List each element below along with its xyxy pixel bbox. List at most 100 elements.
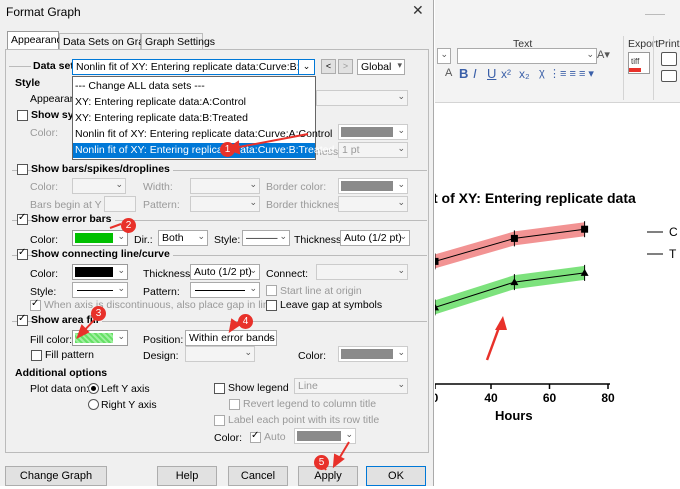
error-bars-color-swatch[interactable]: ⌄ <box>72 230 128 246</box>
close-icon[interactable]: ✕ <box>412 2 424 19</box>
auto-color-checkbox[interactable] <box>250 430 261 443</box>
data-set-label: Data set: <box>33 60 78 72</box>
next-data-set-button[interactable]: > <box>338 59 353 74</box>
grow-font-icon[interactable]: A <box>445 67 452 79</box>
discontinuous-label: When axis is discontinuous, also place g… <box>44 299 275 311</box>
dialog-title: Format Graph <box>6 5 81 19</box>
show-legend-checkbox[interactable] <box>214 383 225 394</box>
tab-data-sets[interactable]: Data Sets on Graph <box>59 33 156 50</box>
fill-position-select[interactable]: Within error bands ⌄ <box>185 330 277 346</box>
tab-graph-settings[interactable]: Graph Settings <box>141 33 215 50</box>
scope-select[interactable]: Global ▾ <box>357 59 405 75</box>
label-color-swatch[interactable]: ⌄ <box>294 428 356 444</box>
error-bars-header: Show error bars <box>31 213 115 225</box>
fill-design-select[interactable]: ⌄ <box>185 346 255 362</box>
revert-legend-checkbox[interactable] <box>229 399 240 410</box>
bars-border-color-swatch[interactable]: ⌄ <box>338 178 408 194</box>
show-area-fill-checkbox[interactable] <box>17 313 28 326</box>
legend-style-value: Line <box>298 380 318 392</box>
underline-button[interactable]: U <box>487 66 496 81</box>
symbol-thickness-select[interactable]: 1 pt ⌄ <box>338 142 408 158</box>
list-format-icon[interactable]: ⋮≡ ≡ ≡ ▾ <box>549 67 594 80</box>
fill-pattern-checkbox[interactable] <box>31 350 42 361</box>
font-family-select[interactable]: ⌄ <box>437 48 451 64</box>
label-each-label: Label each point with its row title <box>228 414 380 426</box>
list-item[interactable]: --- Change ALL data sets --- <box>73 79 315 94</box>
discontinuous-checkbox[interactable] <box>30 298 41 311</box>
subscript-button[interactable]: x₂ <box>519 67 530 81</box>
show-bars-checkbox[interactable] <box>17 164 28 175</box>
cancel-button[interactable]: Cancel <box>228 466 288 486</box>
list-item[interactable]: XY: Entering replicate data:B:Treated <box>73 111 315 126</box>
error-bars-thickness-value: Auto (1/2 pt) <box>344 232 402 244</box>
list-item[interactable]: XY: Entering replicate data:A:Control <box>73 95 315 110</box>
show-line-checkbox[interactable] <box>17 247 28 260</box>
text-group-label: Text <box>513 38 533 50</box>
step-badge-4: 4 <box>238 314 253 329</box>
export-tiff-icon[interactable]: tiff <box>628 52 650 74</box>
step-badge-3: 3 <box>91 306 106 321</box>
legend-style-select[interactable]: Line ⌄ <box>294 378 408 394</box>
x-tick-label: 60 <box>543 391 557 405</box>
chevron-down-icon[interactable]: ⌄ <box>298 59 315 75</box>
fill-color-swatch[interactable]: ⌄ <box>72 330 128 346</box>
list-item-selected[interactable]: Nonlin fit of XY: Entering replicate dat… <box>73 143 334 158</box>
step-badge-2: 2 <box>121 218 136 233</box>
series-band-T <box>435 265 585 315</box>
show-error-bars-checkbox[interactable] <box>17 212 28 225</box>
leave-gap-checkbox[interactable] <box>266 300 277 311</box>
bars-border-thickness-select[interactable]: ⌄ <box>338 196 408 212</box>
help-button[interactable]: Help <box>157 466 217 486</box>
tab-appearance[interactable]: Appearance <box>7 31 68 50</box>
list-item[interactable]: Nonlin fit of XY: Entering replicate dat… <box>73 127 332 142</box>
line-style-label: Style: <box>30 286 57 298</box>
error-bars-style-select[interactable]: ——— ⌄ <box>242 230 290 246</box>
fill-position-value: Within error bands <box>189 332 275 344</box>
bars-width-label: Width: <box>143 181 173 193</box>
line-connect-select[interactable]: ⌄ <box>316 264 408 280</box>
bars-width-select[interactable]: ⌄ <box>190 178 260 194</box>
print-icon[interactable] <box>661 52 677 66</box>
line-color-swatch[interactable]: ⌄ <box>72 264 128 280</box>
font-color-icon[interactable]: A▾ <box>597 48 610 61</box>
series-band-C <box>435 222 585 269</box>
appearance-select[interactable]: ⌄ <box>316 90 408 106</box>
symbol-border-color-swatch[interactable]: ⌄ <box>338 124 408 140</box>
line-thickness-select[interactable]: Auto (1/2 pt) ⌄ <box>190 264 260 280</box>
bold-button[interactable]: B <box>459 66 468 81</box>
label-each-checkbox[interactable] <box>214 415 225 426</box>
bars-pattern-select[interactable]: ⌄ <box>190 196 260 212</box>
data-set-select[interactable]: Nonlin fit of XY: Entering replicate dat… <box>72 59 315 75</box>
error-bars-thickness-label: Thickness: <box>294 234 345 246</box>
previous-data-set-button[interactable]: < <box>321 59 336 74</box>
line-pattern-select[interactable]: ⌄ <box>190 282 260 298</box>
revert-legend-label: Revert legend to column title <box>243 398 377 410</box>
font-size-select[interactable]: ⌄ <box>457 48 597 64</box>
right-axis-radio[interactable] <box>88 399 99 410</box>
x-tick-label: 80 <box>601 391 615 405</box>
ok-button[interactable]: OK <box>366 466 426 486</box>
superscript-button[interactable]: x² <box>501 67 511 81</box>
start-origin-checkbox[interactable] <box>266 285 277 296</box>
fill-pattern-color-swatch[interactable]: ⌄ <box>338 346 408 362</box>
show-symbols-checkbox[interactable] <box>17 110 28 121</box>
italic-button[interactable]: I <box>473 66 477 81</box>
bars-begin-label: Bars begin at Y = <box>30 199 111 211</box>
error-bars-style-label: Style: <box>214 234 241 246</box>
bars-color-select[interactable]: ⌄ <box>72 178 126 194</box>
bars-border-color-label: Border color: <box>266 181 327 193</box>
error-bars-dir-select[interactable]: Both ⌄ <box>158 230 208 246</box>
format-graph-dialog: Format Graph ✕ Appearance Data Sets on G… <box>0 0 434 486</box>
print-preview-icon[interactable] <box>661 70 677 82</box>
apply-button[interactable]: Apply <box>298 466 358 486</box>
symbol-button[interactable]: χ <box>539 67 545 79</box>
bars-header: Show bars/spikes/droplines <box>31 163 173 175</box>
line-style-select[interactable]: ⌄ <box>72 282 128 298</box>
data-point-C <box>431 257 439 265</box>
change-graph-type-button[interactable]: Change Graph Type... <box>5 466 107 486</box>
symbol-thickness-value: 1 pt <box>342 144 360 156</box>
error-bars-thickness-select[interactable]: Auto (1/2 pt) ⌄ <box>340 230 410 246</box>
left-axis-radio[interactable] <box>88 383 99 394</box>
bars-begin-input[interactable] <box>104 196 136 212</box>
error-bars-dir-label: Dir.: <box>134 234 153 246</box>
